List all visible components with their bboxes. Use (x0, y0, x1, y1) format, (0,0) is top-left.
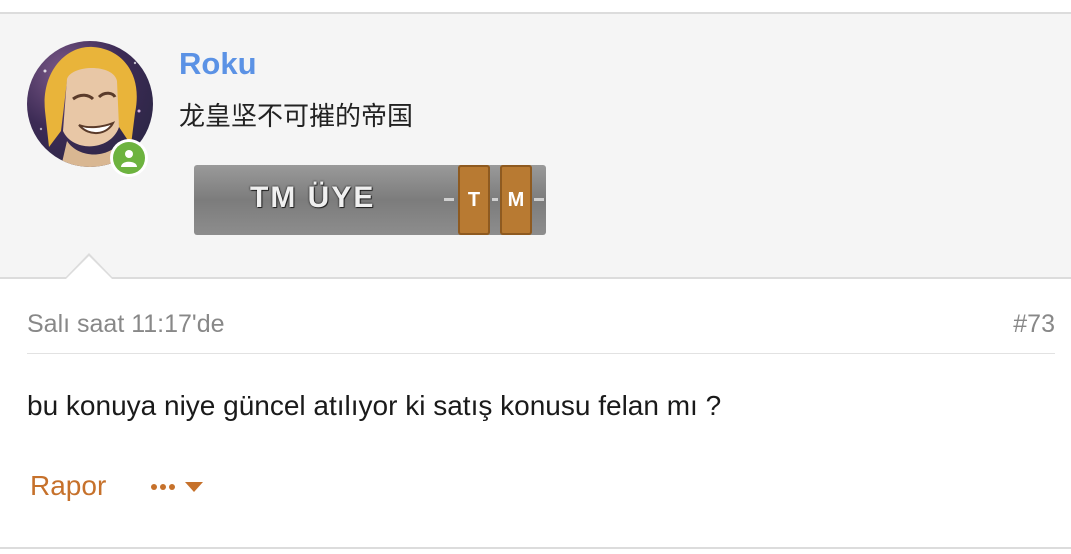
report-link[interactable]: Rapor (30, 470, 106, 502)
post-number-link[interactable]: #73 (1013, 310, 1055, 339)
rank-tile-m: M (500, 165, 532, 235)
bottom-divider (0, 547, 1071, 549)
post-body: bu konuya niye güncel atılıyor ki satış … (27, 390, 722, 421)
user-block-pointer-fill (66, 256, 112, 279)
rank-banner-text: TM ÜYE (250, 181, 376, 214)
ellipsis-icon (151, 484, 175, 490)
caret-down-icon (185, 482, 203, 492)
more-options-menu[interactable] (150, 472, 204, 502)
user-title: 龙皇坚不可摧的帝国 (179, 102, 414, 132)
online-status-badge (110, 139, 148, 177)
username-link[interactable]: Roku (179, 46, 257, 82)
rank-tile-t: T (458, 165, 490, 235)
top-divider (0, 0, 1071, 14)
rank-divider (492, 198, 498, 201)
user-rank-banner: TM ÜYE T M (194, 165, 546, 235)
rank-divider (444, 198, 454, 201)
post-header-divider (27, 353, 1055, 354)
post-date-link[interactable]: Salı saat 11:17'de (27, 310, 225, 339)
user-online-icon (113, 142, 145, 174)
message-user-block (0, 14, 1071, 279)
rank-divider (534, 198, 544, 201)
